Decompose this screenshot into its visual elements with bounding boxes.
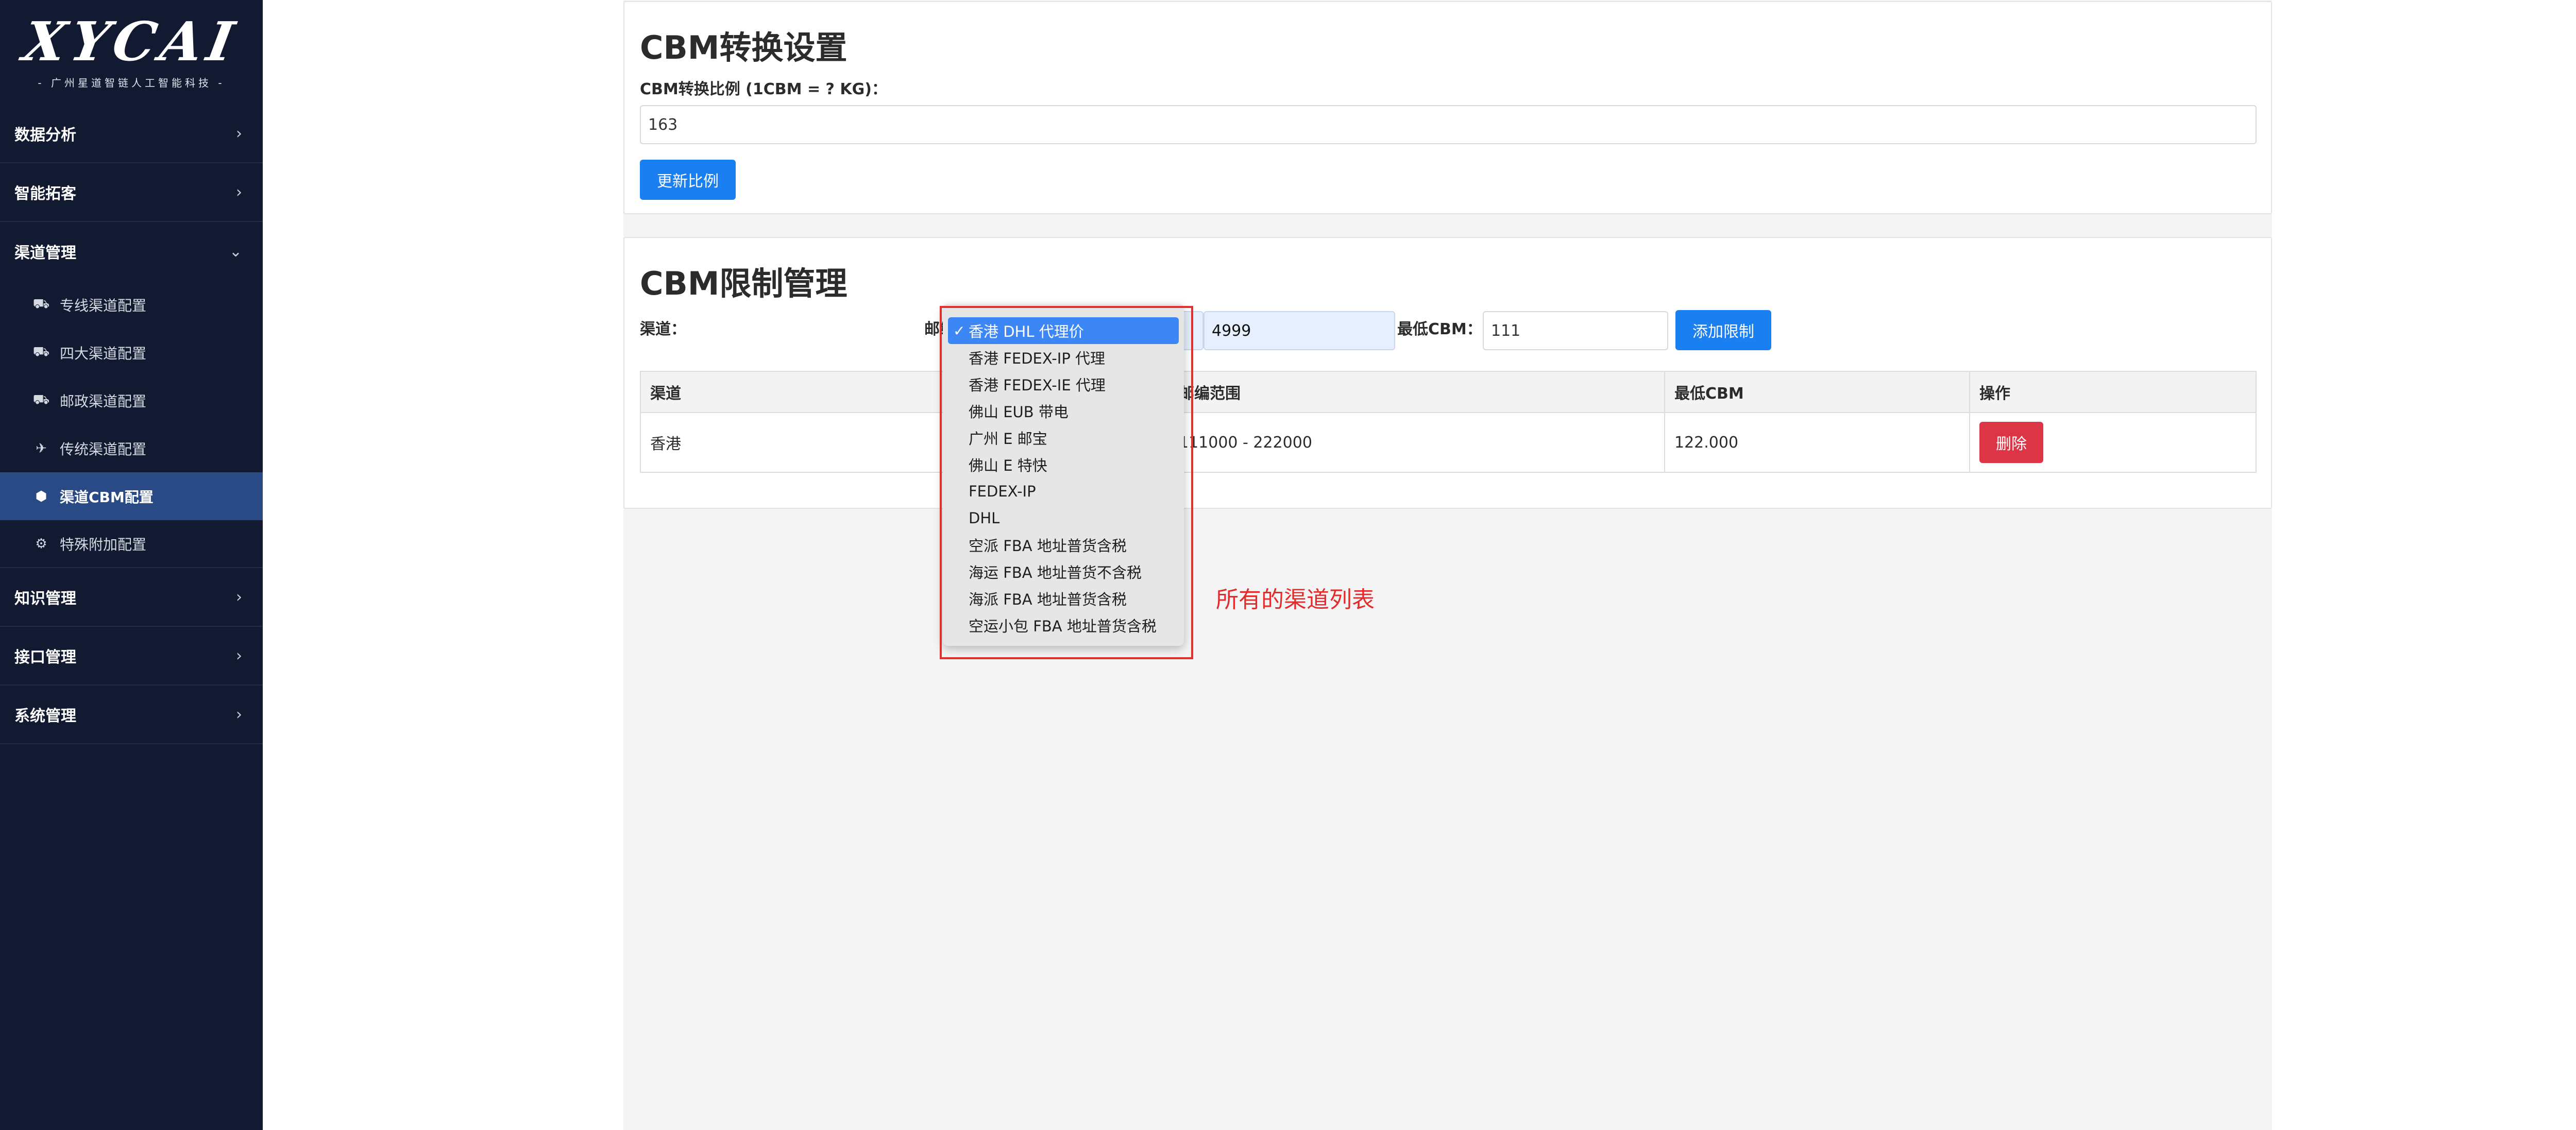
cbm-settings-title: CBM转换设置 <box>640 29 848 66</box>
sidebar-item-special-surcharge[interactable]: ⚙ 特殊附加配置 <box>0 520 263 568</box>
sidebar-item-postal[interactable]: ⛟ 邮政渠道配置 <box>0 376 263 424</box>
sidebar-item-label: 专线渠道配置 <box>60 297 147 314</box>
truck-icon: ⛟ <box>32 296 50 312</box>
table-header-row: 渠道 邮编范围 最低CBM 操作 <box>641 372 2256 412</box>
menu-label: 知识管理 <box>14 590 76 608</box>
sidebar: XYCAI - 广州星道智链人工智能科技 - 数据分析 › 智能拓客 › 渠道管… <box>0 0 263 1130</box>
menu-channel-management[interactable]: 渠道管理 ⌄ <box>0 222 263 281</box>
gear-icon: ⚙ <box>35 536 47 552</box>
chevron-right-icon: › <box>236 705 242 724</box>
annotation-box <box>940 306 1193 659</box>
truck-icon: ⛟ <box>32 391 50 407</box>
sidebar-item-label: 邮政渠道配置 <box>60 392 147 410</box>
channel-label: 渠道： <box>640 320 686 338</box>
cbm-settings-card: CBM转换设置 CBM转换比例 (1CBM = ? KG)： 163 更新比例 <box>623 1 2272 214</box>
ratio-input[interactable]: 163 <box>640 105 2257 144</box>
truck-icon: ⛟ <box>32 344 50 359</box>
logo-subtitle: - 广州星道智链人工智能科技 - <box>38 77 225 89</box>
menu-system-management[interactable]: 系统管理 › <box>0 686 263 744</box>
chevron-right-icon: › <box>236 646 242 665</box>
cbm-limits-title: CBM限制管理 <box>640 265 848 302</box>
update-ratio-button[interactable]: 更新比例 <box>640 160 736 200</box>
sidebar-item-label: 渠道CBM配置 <box>60 488 154 506</box>
cbm-limits-table: 渠道 邮编范围 最低CBM 操作 香港 111000 - 222000 122.… <box>640 371 2257 473</box>
table-header-min-cbm: 最低CBM <box>1665 372 1970 412</box>
cube-icon: ⬢ <box>35 488 47 504</box>
sidebar-item-dedicated-line[interactable]: ⛟ 专线渠道配置 <box>0 281 263 329</box>
table-header-postcode: 邮编范围 <box>1170 372 1665 412</box>
menu-smart-prospecting[interactable]: 智能拓客 › <box>0 163 263 222</box>
menu-data-analysis[interactable]: 数据分析 › <box>0 105 263 163</box>
menu-knowledge-management[interactable]: 知识管理 › <box>0 568 263 627</box>
menu-label: 智能拓客 <box>14 185 76 203</box>
logo[interactable]: XYCAI - 广州星道智链人工智能科技 - <box>0 0 263 105</box>
chevron-right-icon: › <box>236 183 242 201</box>
annotation-label: 所有的渠道列表 <box>1216 587 1375 613</box>
channel-submenu: ⛟ 专线渠道配置 ⛟ 四大渠道配置 ⛟ 邮政渠道配置 ✈ 传统渠道配置 ⬢ 渠道… <box>0 281 263 568</box>
min-cbm-label: 最低CBM： <box>1397 320 1482 338</box>
sidebar-item-label: 特殊附加配置 <box>60 536 147 553</box>
logo-mark: XYCAI <box>19 10 244 73</box>
table-header-actions: 操作 <box>1979 385 2010 403</box>
chevron-right-icon: › <box>236 124 242 143</box>
menu-label: 数据分析 <box>14 126 76 144</box>
postcode-to-input[interactable]: 4999 <box>1204 311 1395 350</box>
plane-icon: ✈ <box>36 440 47 456</box>
menu-label: 渠道管理 <box>14 244 76 262</box>
menu-label: 接口管理 <box>14 648 76 666</box>
min-cbm-input[interactable]: 111 <box>1483 311 1668 350</box>
sidebar-item-label: 传统渠道配置 <box>60 440 147 458</box>
cbm-limits-card: CBM限制管理 渠道： 邮编范围： 4000 4999 最低CBM： 111 添… <box>623 237 2272 509</box>
cell-postcode: 111000 - 222000 <box>1170 413 1665 472</box>
menu-label: 系统管理 <box>14 707 76 725</box>
ratio-label: CBM转换比例 (1CBM = ? KG)： <box>640 80 887 98</box>
sidebar-item-traditional[interactable]: ✈ 传统渠道配置 <box>0 424 263 472</box>
main-content: CBM转换设置 CBM转换比例 (1CBM = ? KG)： 163 更新比例 … <box>263 0 2576 1130</box>
table-row: 香港 111000 - 222000 122.000 删除 <box>641 412 2256 472</box>
sidebar-item-channel-cbm[interactable]: ⬢ 渠道CBM配置 <box>0 472 263 520</box>
menu-api-management[interactable]: 接口管理 › <box>0 627 263 686</box>
chevron-down-icon: ⌄ <box>229 242 242 261</box>
cell-actions: 删除 <box>1970 413 2256 472</box>
add-limit-button[interactable]: 添加限制 <box>1675 310 1771 350</box>
chevron-right-icon: › <box>236 588 242 606</box>
delete-button[interactable]: 删除 <box>1979 422 2043 463</box>
sidebar-item-big-four[interactable]: ⛟ 四大渠道配置 <box>0 329 263 376</box>
cell-min-cbm: 122.000 <box>1665 413 1970 472</box>
sidebar-item-label: 四大渠道配置 <box>60 345 147 362</box>
